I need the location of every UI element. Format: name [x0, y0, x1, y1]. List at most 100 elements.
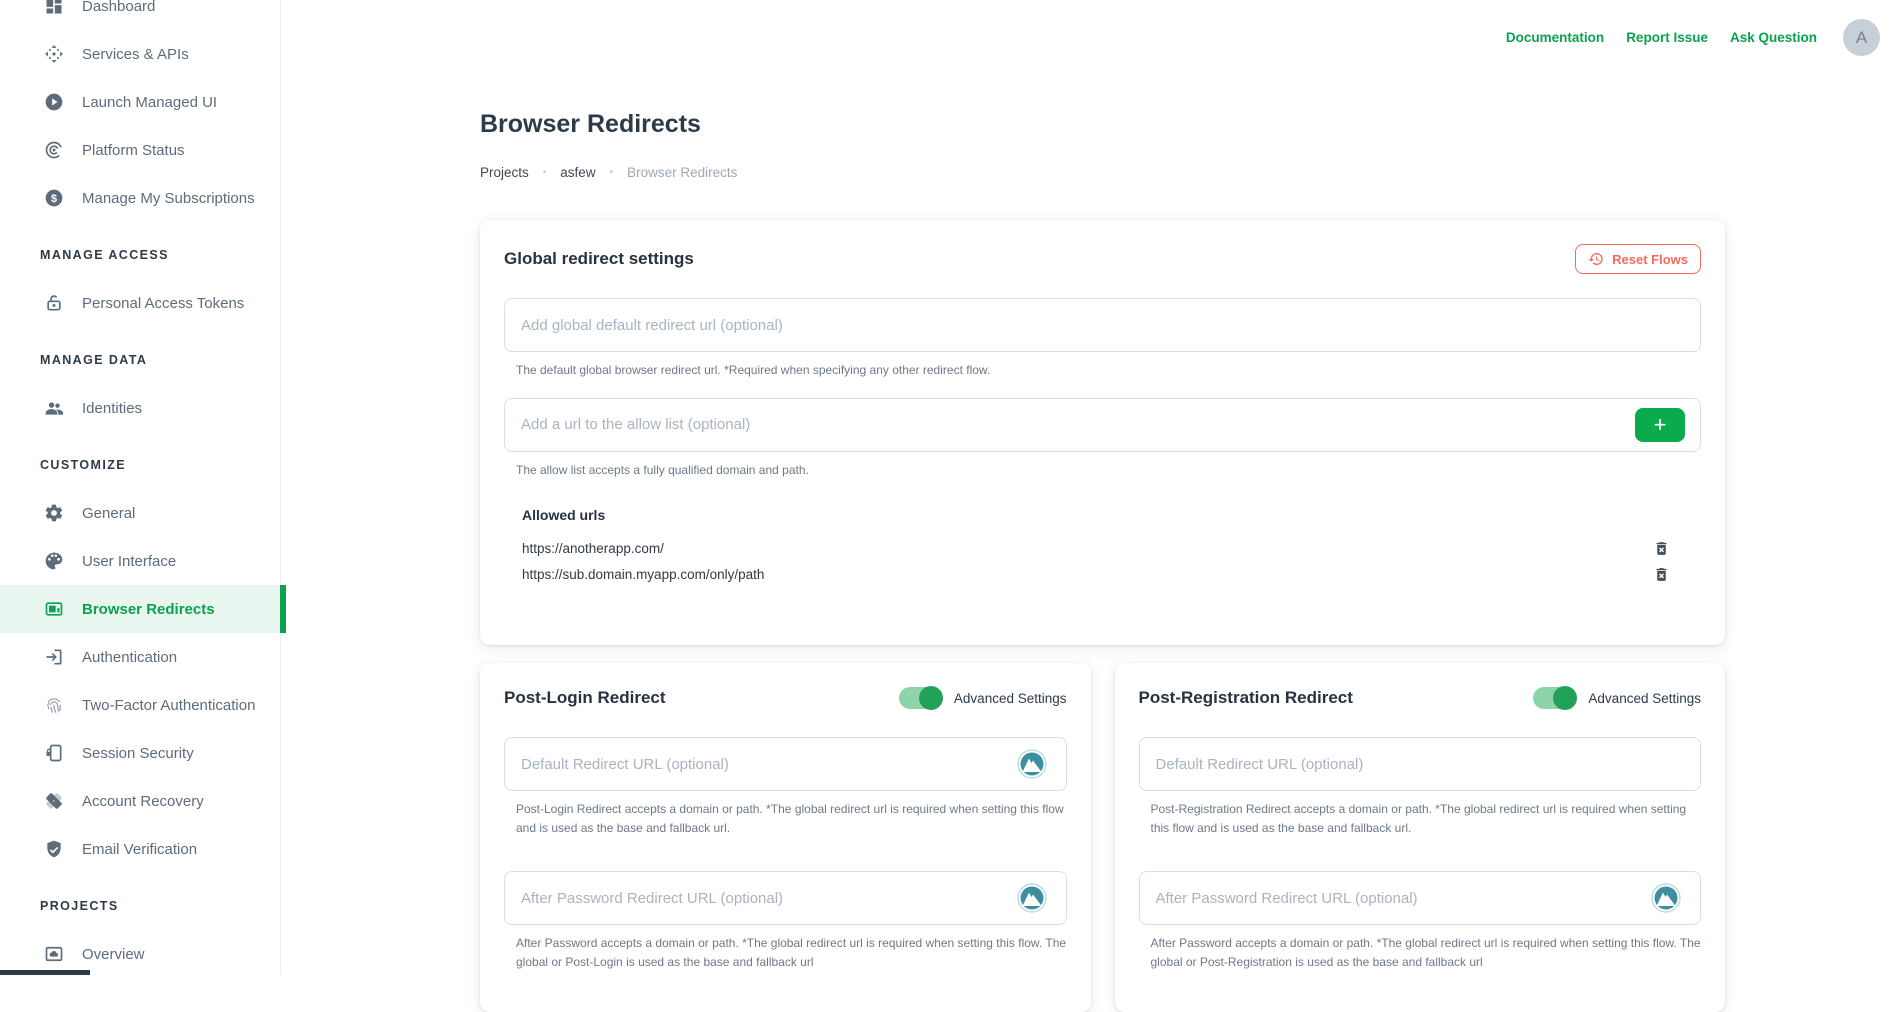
- reset-flows-label: Reset Flows: [1612, 252, 1688, 267]
- global-default-redirect-url-input[interactable]: [504, 298, 1701, 352]
- sidebar-item-label: Manage My Subscriptions: [82, 190, 255, 207]
- lock-icon: [43, 292, 65, 314]
- flow-cards-row: Post-Login Redirect Advanced Settings Po…: [480, 663, 1725, 1011]
- sidebar-item-dashboard[interactable]: Dashboard: [0, 0, 280, 30]
- play-circle-icon: [43, 91, 65, 113]
- sidebar-item-label: Platform Status: [82, 142, 185, 159]
- sidebar-item-services-apis[interactable]: Services & APIs: [0, 30, 280, 78]
- phone-lock-icon: [43, 742, 65, 764]
- delete-url-button[interactable]: [1653, 538, 1671, 558]
- advanced-settings-toggle[interactable]: [899, 687, 941, 709]
- password-manager-extension-icon[interactable]: [1017, 749, 1047, 779]
- sidebar-item-two-factor[interactable]: Two-Factor Authentication: [0, 681, 280, 729]
- post-registration-after-password-input[interactable]: [1139, 871, 1702, 925]
- dashboard-icon: [43, 0, 65, 17]
- toggle-knob: [1553, 686, 1577, 710]
- sidebar-item-label: Identities: [82, 400, 142, 417]
- main-area: Documentation Report Issue Ask Question …: [281, 0, 1904, 975]
- sidebar-item-launch-managed-ui[interactable]: Launch Managed UI: [0, 78, 280, 126]
- sidebar-item-label: User Interface: [82, 553, 176, 570]
- toggle-knob: [919, 686, 943, 710]
- broadcast-icon: [43, 139, 65, 161]
- login-icon: [43, 646, 65, 668]
- sidebar-item-manage-subscriptions[interactable]: $ Manage My Subscriptions: [0, 174, 280, 222]
- delete-url-button[interactable]: [1653, 564, 1671, 584]
- reset-flows-button[interactable]: Reset Flows: [1575, 244, 1701, 274]
- advanced-settings-label: Advanced Settings: [954, 691, 1067, 706]
- palette-icon: [43, 550, 65, 572]
- sidebar-item-general[interactable]: General: [0, 489, 280, 537]
- post-login-default-redirect-input[interactable]: [504, 737, 1067, 791]
- post-login-default-helper: Post-Login Redirect accepts a domain or …: [504, 800, 1067, 837]
- allowed-url-row: https://sub.domain.myapp.com/only/path: [504, 561, 1701, 587]
- sidebar-item-email-verification[interactable]: Email Verification: [0, 825, 280, 873]
- bandage-icon: [43, 790, 65, 812]
- post-login-card-title: Post-Login Redirect: [504, 688, 666, 708]
- breadcrumb-current-page: Browser Redirects: [627, 165, 737, 180]
- page-content: Browser Redirects Projects • asfew • Bro…: [480, 0, 1725, 1012]
- people-icon: [43, 397, 65, 419]
- sidebar-item-label: Overview: [82, 946, 145, 963]
- post-registration-default-helper: Post-Registration Redirect accepts a dom…: [1139, 800, 1702, 837]
- sidebar-item-label: Browser Redirects: [82, 601, 215, 618]
- post-login-redirect-card: Post-Login Redirect Advanced Settings Po…: [480, 663, 1091, 1011]
- allow-list-url-input[interactable]: [504, 398, 1701, 452]
- documentation-link[interactable]: Documentation: [1506, 30, 1604, 45]
- ask-question-link[interactable]: Ask Question: [1730, 30, 1817, 45]
- post-registration-default-redirect-input[interactable]: [1139, 737, 1702, 791]
- allowed-url-row: https://anotherapp.com/: [504, 535, 1701, 561]
- post-registration-after-password-helper: After Password accepts a domain or path.…: [1139, 934, 1702, 971]
- top-links: Documentation Report Issue Ask Question …: [1506, 19, 1880, 56]
- sidebar-item-identities[interactable]: Identities: [0, 384, 280, 432]
- sidebar-section-manage-access: MANAGE ACCESS: [0, 231, 280, 279]
- sidebar-section-projects: PROJECTS: [0, 882, 280, 930]
- sidebar-item-label: Account Recovery: [82, 793, 204, 810]
- breadcrumb-separator: •: [610, 167, 614, 178]
- post-login-after-password-input[interactable]: [504, 871, 1067, 925]
- move-arrows-icon: [43, 43, 65, 65]
- password-manager-extension-icon[interactable]: [1651, 883, 1681, 913]
- sidebar-item-label: Dashboard: [82, 0, 155, 15]
- sidebar-item-platform-status[interactable]: Platform Status: [0, 126, 280, 174]
- sidebar-item-session-security[interactable]: Session Security: [0, 729, 280, 777]
- allowed-url-text: https://sub.domain.myapp.com/only/path: [522, 567, 764, 582]
- report-issue-link[interactable]: Report Issue: [1626, 30, 1708, 45]
- post-registration-card-title: Post-Registration Redirect: [1139, 688, 1353, 708]
- horizontal-scrollbar-thumb[interactable]: [0, 970, 90, 975]
- breadcrumb-project-name[interactable]: asfew: [560, 165, 595, 180]
- global-default-url-helper: The default global browser redirect url.…: [504, 361, 1701, 380]
- sidebar-section-customize: CUSTOMIZE: [0, 441, 280, 489]
- sidebar: Dashboard Services & APIs Launch Managed…: [0, 0, 281, 975]
- shield-check-icon: [43, 838, 65, 860]
- advanced-settings-label: Advanced Settings: [1588, 691, 1701, 706]
- allowed-url-text: https://anotherapp.com/: [522, 541, 664, 556]
- global-redirect-settings-card: Global redirect settings Reset Flows The…: [480, 220, 1725, 645]
- post-registration-redirect-card: Post-Registration Redirect Advanced Sett…: [1115, 663, 1726, 1011]
- sidebar-nav: Dashboard Services & APIs Launch Managed…: [0, 0, 280, 978]
- dollar-circle-icon: $: [43, 187, 65, 209]
- sidebar-item-label: Two-Factor Authentication: [82, 697, 255, 714]
- sidebar-item-browser-redirects[interactable]: Browser Redirects: [0, 585, 280, 633]
- sidebar-item-label: Launch Managed UI: [82, 94, 217, 111]
- breadcrumb: Projects • asfew • Browser Redirects: [480, 165, 1725, 180]
- svg-text:$: $: [51, 193, 57, 205]
- add-url-button[interactable]: +: [1635, 408, 1685, 442]
- gear-icon: [43, 502, 65, 524]
- sidebar-item-label: Email Verification: [82, 841, 197, 858]
- password-manager-extension-icon[interactable]: [1017, 883, 1047, 913]
- sidebar-item-personal-access-tokens[interactable]: Personal Access Tokens: [0, 279, 280, 327]
- breadcrumb-projects[interactable]: Projects: [480, 165, 529, 180]
- sidebar-item-label: Session Security: [82, 745, 194, 762]
- sidebar-item-authentication[interactable]: Authentication: [0, 633, 280, 681]
- advanced-settings-toggle[interactable]: [1533, 687, 1575, 709]
- sidebar-item-label: General: [82, 505, 135, 522]
- fingerprint-icon: [43, 694, 65, 716]
- allow-list-helper: The allow list accepts a fully qualified…: [504, 461, 1701, 480]
- sidebar-item-label: Personal Access Tokens: [82, 295, 244, 312]
- sidebar-item-user-interface[interactable]: User Interface: [0, 537, 280, 585]
- cloud-image-icon: [43, 943, 65, 965]
- avatar[interactable]: A: [1843, 19, 1880, 56]
- sidebar-section-manage-data: MANAGE DATA: [0, 336, 280, 384]
- sidebar-item-account-recovery[interactable]: Account Recovery: [0, 777, 280, 825]
- history-icon: [1588, 251, 1604, 267]
